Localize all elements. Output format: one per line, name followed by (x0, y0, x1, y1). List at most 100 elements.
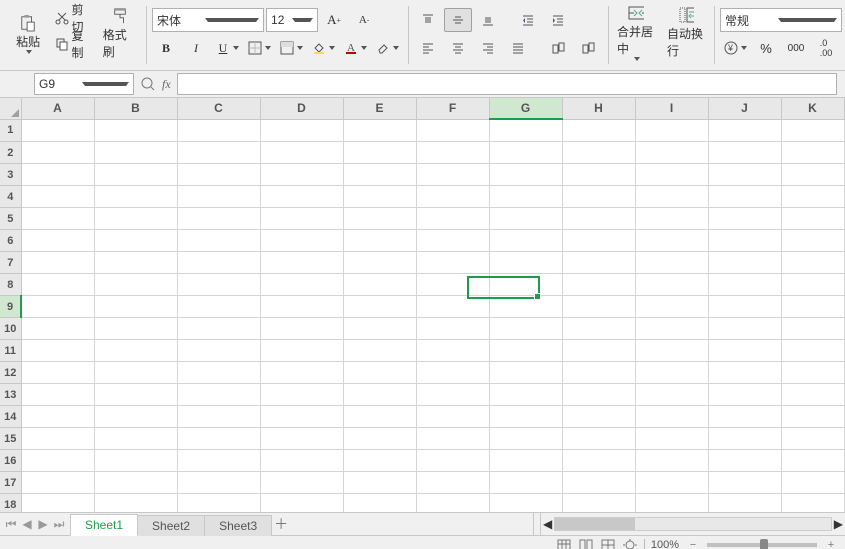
cell[interactable] (343, 384, 416, 406)
cell[interactable] (94, 186, 177, 208)
scroll-right-button[interactable]: ▶ (834, 517, 843, 531)
cell[interactable] (94, 318, 177, 340)
cell[interactable] (177, 450, 260, 472)
wrap-text-button[interactable]: 自动换行 (664, 5, 708, 61)
cell[interactable] (21, 450, 94, 472)
row-header[interactable]: 8 (0, 274, 21, 296)
align-bottom-button[interactable] (474, 8, 502, 32)
number-format-combo[interactable]: 常规 (720, 8, 842, 32)
cell[interactable] (562, 208, 635, 230)
cell[interactable] (260, 296, 343, 318)
cell[interactable] (343, 164, 416, 186)
cell[interactable] (21, 362, 94, 384)
cell[interactable] (562, 406, 635, 428)
cell[interactable] (416, 119, 489, 142)
cell[interactable] (562, 274, 635, 296)
cell[interactable] (708, 208, 781, 230)
zoom-slider[interactable] (707, 543, 817, 547)
cell[interactable] (781, 208, 844, 230)
align-right-button[interactable] (474, 36, 502, 60)
column-header[interactable]: E (343, 98, 416, 119)
select-all-corner[interactable] (0, 98, 21, 119)
cell[interactable] (416, 494, 489, 513)
cell[interactable] (781, 119, 844, 142)
row-header[interactable]: 16 (0, 450, 21, 472)
cell[interactable] (635, 142, 708, 164)
cell[interactable] (416, 164, 489, 186)
cell[interactable] (260, 318, 343, 340)
cell[interactable] (177, 318, 260, 340)
cell[interactable] (260, 494, 343, 513)
scroll-thumb[interactable] (555, 518, 635, 530)
zoom-cell-icon[interactable] (140, 76, 156, 92)
cell[interactable] (21, 318, 94, 340)
column-header[interactable]: D (260, 98, 343, 119)
scroll-track[interactable] (554, 517, 832, 531)
percent-button[interactable]: % (752, 36, 780, 60)
cell[interactable] (416, 252, 489, 274)
cell[interactable] (343, 406, 416, 428)
cell[interactable] (260, 274, 343, 296)
row-header[interactable]: 9 (0, 296, 21, 318)
align-middle-button[interactable] (444, 8, 472, 32)
cell[interactable] (635, 450, 708, 472)
formula-input[interactable] (177, 73, 837, 95)
cell[interactable] (781, 274, 844, 296)
cell[interactable] (708, 362, 781, 384)
cell[interactable] (343, 230, 416, 252)
reading-mode-button[interactable] (622, 538, 638, 549)
worksheet-grid[interactable]: ABCDEFGHIJK12345678910111213141516171819 (0, 98, 845, 512)
cell[interactable] (177, 252, 260, 274)
cell[interactable] (94, 384, 177, 406)
cell[interactable] (177, 119, 260, 142)
cell[interactable] (177, 472, 260, 494)
cell[interactable] (260, 450, 343, 472)
cell[interactable] (708, 142, 781, 164)
horizontal-scrollbar[interactable]: ◀ ▶ (541, 513, 845, 535)
cell[interactable] (21, 252, 94, 274)
underline-button[interactable]: U (212, 36, 242, 60)
text-direction-button[interactable] (574, 36, 602, 60)
increase-indent-button[interactable] (544, 8, 572, 32)
format-painter-button[interactable]: 格式刷 (100, 6, 140, 62)
column-header[interactable]: K (781, 98, 844, 119)
cell[interactable] (781, 450, 844, 472)
cell[interactable] (562, 450, 635, 472)
cell[interactable] (94, 494, 177, 513)
cell[interactable] (489, 252, 562, 274)
cell[interactable] (489, 186, 562, 208)
row-header[interactable]: 1 (0, 119, 21, 142)
cell[interactable] (177, 164, 260, 186)
borders-button[interactable] (244, 36, 274, 60)
cell[interactable] (708, 230, 781, 252)
cell[interactable] (21, 164, 94, 186)
tab-first-button[interactable]: ⏮ (4, 517, 18, 531)
cell[interactable] (177, 428, 260, 450)
cell[interactable] (562, 142, 635, 164)
cell[interactable] (489, 230, 562, 252)
row-header[interactable]: 15 (0, 428, 21, 450)
cell[interactable] (708, 186, 781, 208)
name-box[interactable]: G9 (34, 73, 134, 95)
cell[interactable] (489, 274, 562, 296)
cell[interactable] (94, 252, 177, 274)
cell[interactable] (781, 318, 844, 340)
fill-color-button[interactable] (308, 36, 338, 60)
align-justify-button[interactable] (504, 36, 532, 60)
decrease-indent-button[interactable] (514, 8, 542, 32)
column-header[interactable]: C (177, 98, 260, 119)
cell[interactable] (343, 472, 416, 494)
cell[interactable] (21, 119, 94, 142)
cell[interactable] (94, 406, 177, 428)
sheet-tab[interactable]: Sheet3 (204, 515, 272, 536)
zoom-in-button[interactable]: + (823, 538, 839, 549)
cell[interactable] (343, 362, 416, 384)
cell[interactable] (21, 384, 94, 406)
cell[interactable] (416, 362, 489, 384)
italic-button[interactable]: I (182, 36, 210, 60)
cell[interactable] (260, 186, 343, 208)
cell[interactable] (21, 428, 94, 450)
cell[interactable] (635, 164, 708, 186)
row-header[interactable]: 2 (0, 142, 21, 164)
cell[interactable] (343, 186, 416, 208)
